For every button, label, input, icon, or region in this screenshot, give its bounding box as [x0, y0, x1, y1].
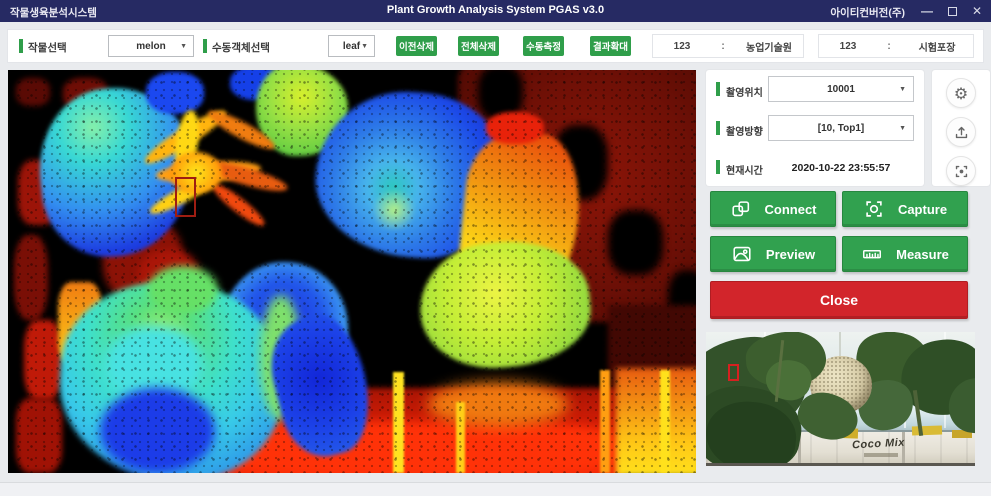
green-marker: [716, 121, 720, 135]
preview-button[interactable]: Preview: [710, 236, 836, 272]
green-marker: [19, 39, 23, 53]
paint-blob: [100, 388, 215, 473]
side-icon-strip: ⚙: [932, 70, 990, 186]
titlebar: 작물생육분석시스템 Plant Growth Analysis System P…: [0, 0, 991, 22]
close-button[interactable]: Close: [710, 281, 968, 319]
selection-box-annotation: [175, 177, 196, 217]
connect-label: Connect: [765, 202, 817, 217]
green-marker: [716, 82, 720, 96]
object-select-value: leaf: [343, 41, 360, 52]
paint-blob: [428, 382, 568, 427]
connect-icon: [730, 198, 752, 220]
capture-icon: [863, 198, 885, 220]
paint-blob: [370, 190, 418, 230]
paint-blob: [864, 453, 898, 457]
chevron-down-icon: ▼: [361, 43, 368, 50]
paint-blob: [912, 425, 942, 435]
paint-blob: [14, 235, 48, 320]
org-code: 123: [653, 41, 711, 52]
capture-button[interactable]: Capture: [842, 191, 968, 227]
capture-location-label: 촬영위치: [726, 84, 763, 99]
paint-blob: [456, 402, 465, 473]
toolbar: 작물선택 melon ▼ 수동객체선택 leaf ▼ 이전삭제 전체삭제 수동측…: [8, 30, 983, 62]
crop-select-label: 작물선택: [28, 40, 67, 55]
paint-blob: [24, 320, 62, 400]
result-zoom-button[interactable]: 결과확대: [590, 36, 631, 56]
paint-blob: [218, 422, 618, 473]
measure-label: Measure: [896, 247, 949, 262]
capture-location-value: 10001: [827, 84, 855, 95]
object-select-dropdown[interactable]: leaf ▼: [328, 35, 375, 57]
preview-label: Preview: [766, 247, 815, 262]
plant-photo-thumbnail[interactable]: Coco Coco Mix: [706, 332, 975, 466]
chevron-down-icon: ▼: [899, 86, 906, 93]
org-separator: :: [711, 41, 735, 52]
upload-button[interactable]: [946, 117, 976, 147]
action-buttons: Connect Capture Preview Measure Close: [710, 191, 968, 319]
settings-button[interactable]: ⚙: [946, 78, 976, 108]
maximize-icon: [948, 7, 957, 16]
capture-direction-label: 촬영방향: [726, 123, 763, 138]
close-icon: ✕: [972, 4, 982, 18]
current-time-value: 2020-10-22 23:55:57: [768, 158, 914, 178]
minimize-button[interactable]: —: [919, 3, 935, 19]
focus-icon: [953, 163, 970, 180]
connect-button[interactable]: Connect: [710, 191, 836, 227]
maximize-button[interactable]: [944, 3, 960, 19]
site-name: 시험포장: [901, 39, 973, 54]
upload-icon: [953, 124, 970, 141]
crop-select-dropdown[interactable]: melon ▼: [108, 35, 194, 57]
chevron-down-icon: ▼: [180, 43, 187, 50]
org-info-box: 123 : 농업기술원: [652, 34, 804, 58]
delete-all-button[interactable]: 전체삭제: [458, 36, 499, 56]
preview-icon: [731, 243, 753, 265]
capture-settings-panel: 촬영위치 10001 ▼ 촬영방향 [10, Top1] ▼ 현재시간 2020…: [706, 70, 924, 186]
chevron-down-icon: ▼: [899, 125, 906, 132]
paint-blob: [706, 463, 975, 466]
company-name: 아이티컨버전(주): [830, 5, 905, 20]
paint-blob: [16, 398, 62, 473]
gear-icon: ⚙: [954, 84, 968, 103]
delete-previous-button[interactable]: 이전삭제: [396, 36, 437, 56]
capture-location-dropdown[interactable]: 10001 ▼: [768, 76, 914, 102]
paint-blob: [148, 266, 218, 314]
manual-measure-button[interactable]: 수동측정: [523, 36, 564, 56]
capture-direction-value: [10, Top1]: [818, 123, 864, 134]
site-code: 123: [819, 41, 877, 52]
status-bar: [0, 482, 991, 496]
site-info-box: 123 : 시험포장: [818, 34, 974, 58]
object-select-label: 수동객체선택: [212, 40, 270, 55]
depth-map-image[interactable]: [8, 70, 696, 473]
green-marker: [716, 160, 720, 174]
measure-button[interactable]: Measure: [842, 236, 968, 272]
paint-blob: [486, 112, 544, 144]
org-name: 농업기술원: [735, 39, 803, 54]
paint-blob: [600, 370, 610, 473]
paint-blob: [616, 368, 696, 473]
crop-select-value: melon: [136, 41, 165, 52]
paint-blob: [660, 370, 670, 473]
current-time-label: 현재시간: [726, 162, 763, 177]
capture-direction-dropdown[interactable]: [10, Top1] ▼: [768, 115, 914, 141]
green-marker: [203, 39, 207, 53]
measure-icon: [861, 243, 883, 265]
paint-blob: [608, 210, 663, 275]
site-separator: :: [877, 41, 901, 52]
minimize-icon: —: [921, 4, 933, 18]
paint-blob: [16, 78, 50, 106]
photo-annotation-box: [728, 364, 739, 381]
paint-blob: [146, 72, 204, 114]
paint-blob: [393, 372, 404, 473]
focus-center-button[interactable]: [946, 156, 976, 186]
close-window-button[interactable]: ✕: [969, 3, 985, 19]
window-controls: — ✕: [919, 0, 985, 22]
capture-label: Capture: [898, 202, 947, 217]
